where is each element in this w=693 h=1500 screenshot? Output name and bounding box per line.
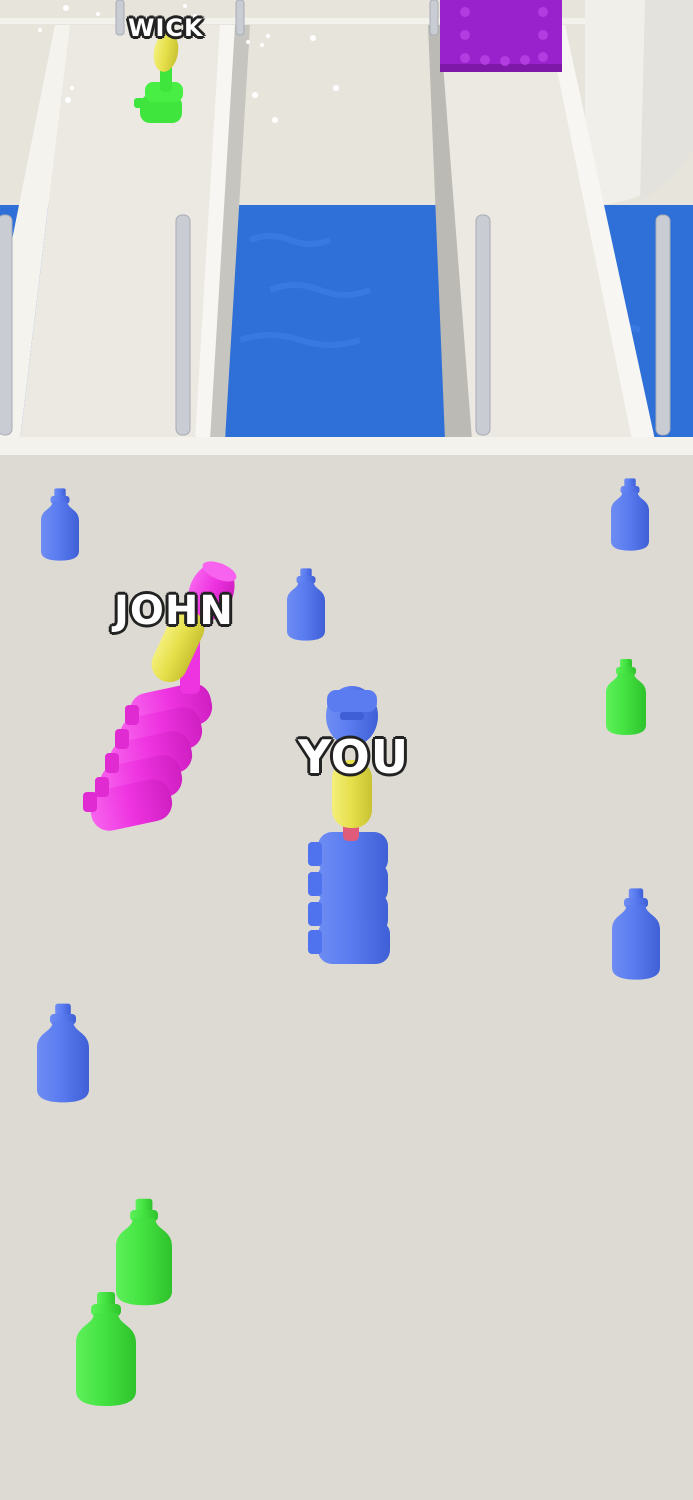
- bottle-icon: [287, 568, 325, 641]
- bottle-icon: [611, 478, 649, 551]
- bottle-icon: [76, 1292, 136, 1406]
- john-bottle-stack: [83, 683, 213, 831]
- bottle-icon: [37, 1003, 89, 1103]
- bottle-icon: [612, 888, 660, 980]
- player-you[interactable]: [308, 686, 390, 964]
- bottle-icon: [41, 488, 79, 561]
- bridge-area: [0, 0, 693, 455]
- you-bottle-stack: [308, 832, 390, 964]
- bottle-icon: [116, 1198, 172, 1306]
- player-name-john: JOHN: [114, 588, 234, 634]
- player-name-you: YOU: [298, 730, 410, 784]
- player-name-wick: WICK: [128, 14, 204, 42]
- bottle-icon: [606, 659, 646, 735]
- obstacle-block: [440, 0, 562, 72]
